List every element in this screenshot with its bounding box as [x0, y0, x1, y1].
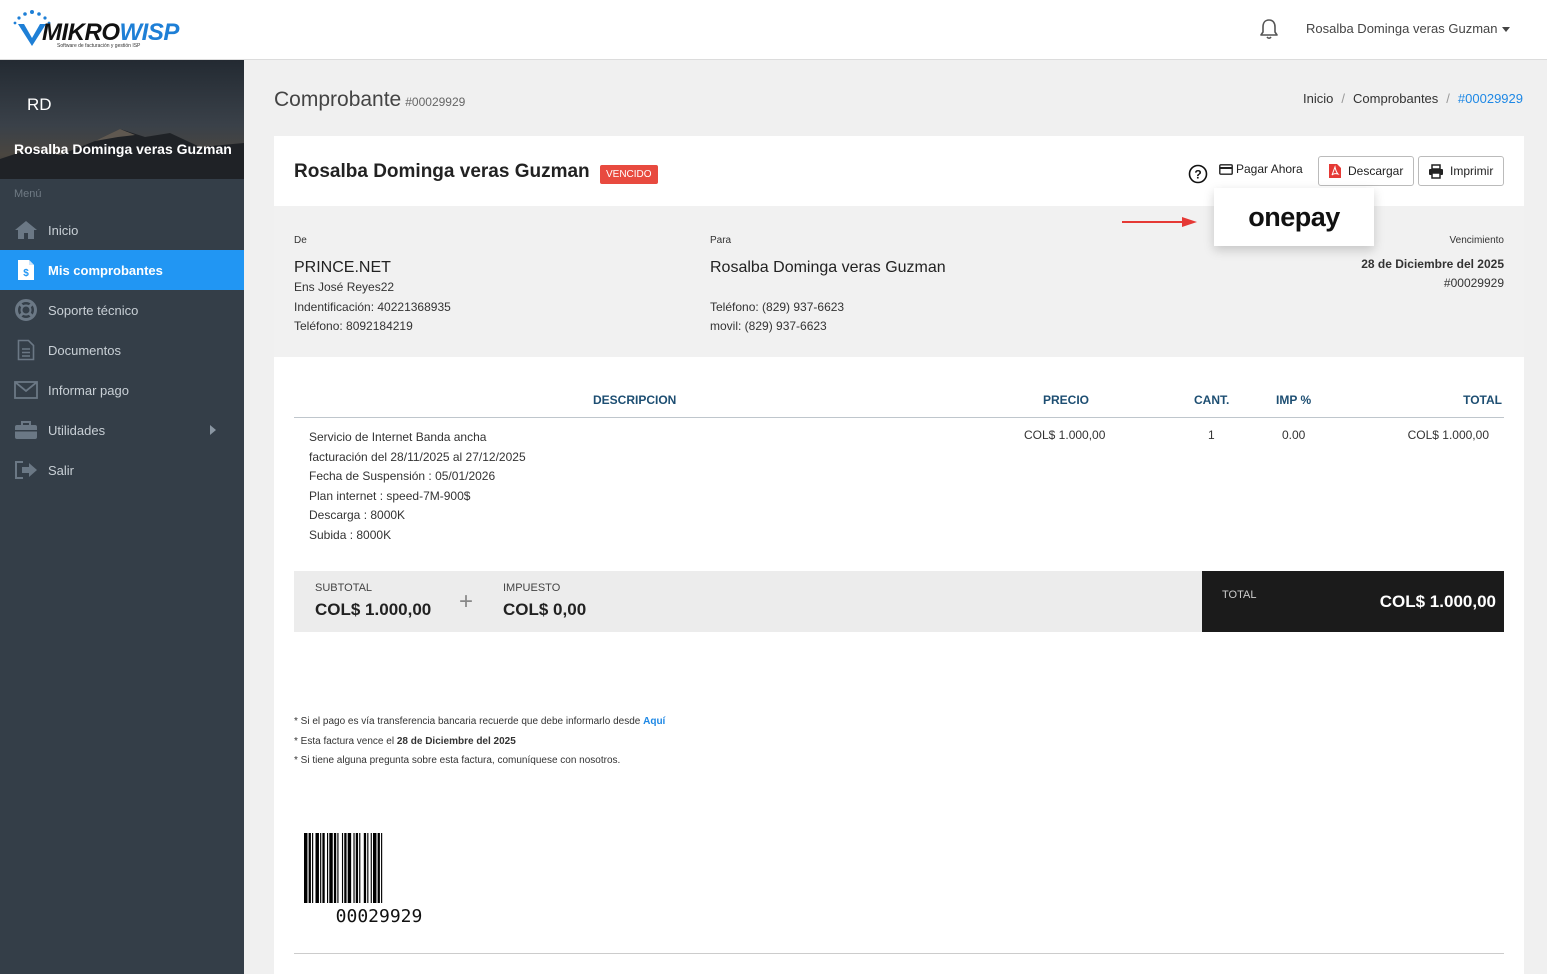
tax-label: IMPUESTO: [503, 582, 561, 594]
from-label: De: [294, 235, 307, 246]
item-description: Servicio de Internet Banda ancha factura…: [309, 430, 526, 542]
svg-text:$: $: [23, 268, 29, 279]
plus-icon: +: [459, 588, 474, 615]
credit-card-icon: [1219, 163, 1233, 175]
sidebar-item-mis-comprobantes[interactable]: $ Mis comprobantes: [0, 250, 244, 290]
from-address: Ens José Reyes22: [294, 280, 395, 294]
item-total: COL$ 1.000,00: [1407, 428, 1489, 442]
pdf-icon: [1329, 164, 1341, 178]
from-id: Indentificación: 40221368935: [294, 299, 451, 314]
breadcrumb: Inicio / Comprobantes / #00029929: [1303, 91, 1523, 106]
onepay-payment-option[interactable]: onepay: [1214, 188, 1374, 246]
sidebar-item-utilidades[interactable]: Utilidades: [0, 410, 244, 450]
red-arrow-annotation: [1122, 217, 1197, 227]
caret-down-icon: [1502, 27, 1511, 33]
sidebar-item-label: Mis comprobantes: [48, 262, 163, 278]
from-company: PRINCE.NET: [294, 258, 391, 276]
to-phone: Teléfono: (829) 937-6623: [710, 299, 845, 314]
sign-out-icon: [13, 459, 39, 481]
col-description: DESCRIPCION: [593, 393, 677, 407]
breadcrumb-inicio[interactable]: Inicio: [1303, 91, 1333, 106]
item-tax: 0.00: [1282, 428, 1306, 442]
bell-icon[interactable]: [1259, 18, 1279, 40]
col-total: TOTAL: [1463, 393, 1502, 407]
breadcrumb-current: #00029929: [1457, 91, 1523, 106]
from-block: De PRINCE.NET Ens José Reyes22 Indentifi…: [294, 231, 451, 337]
total-label: TOTAL: [1222, 589, 1257, 601]
items-table-header: DESCRIPCION PRECIO CANT. IMP % TOTAL: [294, 393, 1504, 418]
invoice-number: #00029929: [405, 95, 466, 109]
page-title: Comprobante #00029929: [274, 88, 466, 111]
subtotal-value: COL$ 1.000,00: [315, 600, 432, 619]
due-date: 28 de Diciembre del 2025: [1361, 256, 1504, 271]
to-label: Para: [710, 235, 732, 246]
envelope-icon: [13, 379, 39, 401]
sidebar-item-label: Salir: [48, 462, 75, 478]
sidebar: RD Rosalba Dominga veras Guzman Menú Ini…: [0, 60, 244, 974]
download-button[interactable]: Descargar: [1318, 156, 1414, 186]
client-name: Rosalba Dominga veras Guzman: [294, 161, 590, 182]
invoice-icon: $: [13, 259, 39, 281]
col-price: PRECIO: [1043, 393, 1090, 407]
user-profile-panel: RD Rosalba Dominga veras Guzman: [0, 60, 244, 179]
sidebar-item-label: Informar pago: [48, 382, 129, 398]
home-icon: [13, 219, 39, 241]
pay-now-button[interactable]: Pagar Ahora: [1219, 162, 1303, 176]
user-dropdown[interactable]: Rosalba Dominga veras Guzman: [1306, 21, 1511, 36]
sidebar-item-salir[interactable]: Salir: [0, 450, 244, 490]
from-phone: Teléfono: 8092184219: [294, 319, 413, 333]
tax-value: COL$ 0,00: [503, 600, 587, 619]
sidebar-item-label: Utilidades: [48, 422, 106, 438]
sidebar-item-label: Soporte técnico: [48, 302, 139, 318]
sidebar-item-soporte-tecnico[interactable]: Soporte técnico: [0, 290, 244, 330]
sidebar-item-inicio[interactable]: Inicio: [0, 210, 244, 250]
top-navbar: MIKROWISP Software de facturación y gest…: [0, 0, 1547, 60]
print-button[interactable]: Imprimir: [1418, 156, 1504, 186]
mikrowisp-logo[interactable]: MIKROWISP Software de facturación y gest…: [12, 8, 179, 52]
invoice-notes: * Si el pago es vía transferencia bancar…: [294, 712, 665, 771]
sidebar-item-informar-pago[interactable]: Informar pago: [0, 370, 244, 410]
lifebuoy-icon: [13, 299, 39, 321]
due-number: #00029929: [1443, 276, 1504, 290]
breadcrumb-comprobantes[interactable]: Comprobantes: [1353, 91, 1438, 106]
printer-icon: [1429, 163, 1443, 179]
user-name: Rosalba Dominga veras Guzman: [1306, 21, 1498, 36]
note-due: * Esta factura vence el 28 de Diciembre …: [294, 735, 516, 747]
invoice-card: Rosalba Dominga veras Guzman VENCIDO ? P…: [274, 136, 1524, 974]
grand-total-box: TOTAL COL$ 1.000,00: [1202, 571, 1504, 632]
due-block: Vencimiento 28 de Diciembre del 2025 #00…: [1361, 231, 1504, 294]
sidebar-item-label: Inicio: [48, 222, 79, 238]
item-qty: 1: [1208, 428, 1215, 442]
logo-tagline: Software de facturación y gestión ISP: [57, 43, 141, 49]
note-questions: * Si tiene alguna pregunta sobre esta fa…: [294, 755, 621, 766]
item-price: COL$ 1.000,00: [1024, 428, 1106, 442]
status-badge: VENCIDO: [600, 165, 658, 184]
total-value: COL$ 1.000,00: [1379, 592, 1496, 611]
document-icon: [13, 339, 39, 361]
totals-bar: SUBTOTAL COL$ 1.000,00 + IMPUESTO COL$ 0…: [294, 571, 1504, 632]
barcode-image: [304, 833, 383, 903]
to-name: Rosalba Dominga veras Guzman: [710, 258, 946, 276]
to-block: Para Rosalba Dominga veras Guzman Teléfo…: [710, 231, 946, 337]
chevron-right-icon: [210, 425, 216, 435]
report-payment-link[interactable]: Aquí: [643, 716, 665, 727]
sidebar-item-label: Documentos: [48, 342, 121, 358]
note-transfer: * Si el pago es vía transferencia bancar…: [294, 716, 666, 727]
menu-label: Menú: [14, 188, 42, 200]
due-label: Vencimiento: [1449, 235, 1504, 246]
sidebar-item-documentos[interactable]: Documentos: [0, 330, 244, 370]
user-initials: RD: [27, 95, 52, 114]
profile-name: Rosalba Dominga veras Guzman: [14, 141, 232, 157]
svg-text:?: ?: [1194, 168, 1201, 182]
divider: [294, 953, 1504, 954]
col-qty: CANT.: [1194, 393, 1230, 407]
barcode-number: 00029929: [335, 906, 423, 927]
help-icon[interactable]: ?: [1188, 164, 1208, 184]
toolbox-icon: [13, 419, 39, 441]
sidebar-nav: Inicio $ Mis comprobantes Soporte técnic…: [0, 210, 244, 490]
col-tax: IMP %: [1276, 393, 1312, 407]
to-mobile: movil: (829) 937-6623: [710, 319, 827, 333]
subtotal-label: SUBTOTAL: [315, 582, 373, 594]
